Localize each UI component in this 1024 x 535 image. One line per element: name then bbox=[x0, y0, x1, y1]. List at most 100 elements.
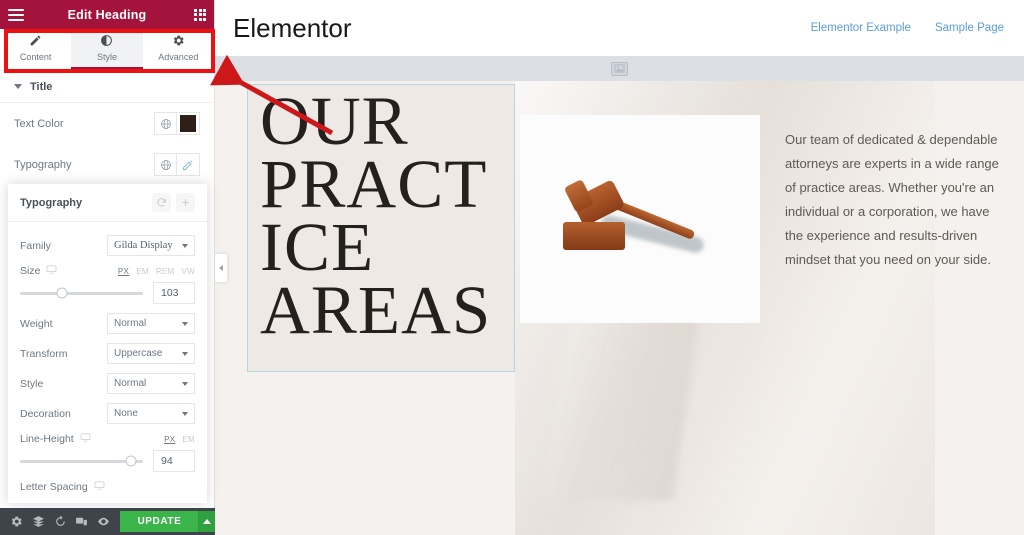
letter-spacing-label-text: Letter Spacing bbox=[20, 481, 88, 493]
chevron-down-icon bbox=[14, 84, 22, 89]
tab-advanced[interactable]: Advanced bbox=[142, 29, 214, 70]
size-value-input[interactable]: 103 bbox=[153, 282, 195, 304]
chevron-down-icon bbox=[182, 321, 188, 326]
decoration-select[interactable]: None bbox=[107, 403, 195, 424]
line-height-slider-row: 94 bbox=[20, 450, 195, 472]
line-height-slider-knob[interactable] bbox=[125, 455, 137, 467]
editor-bottom-bar: UPDATE bbox=[0, 508, 216, 535]
editor-panel: Edit Heading Content Style Advanced Titl… bbox=[0, 0, 216, 535]
size-slider[interactable] bbox=[20, 287, 143, 299]
transform-select[interactable]: Uppercase bbox=[107, 343, 195, 364]
site-nav: Elementor Example Sample Page bbox=[811, 22, 1004, 34]
reset-icon[interactable] bbox=[152, 193, 171, 212]
weight-label: Weight bbox=[20, 317, 53, 330]
line-height-label: Line-Height bbox=[20, 433, 91, 445]
weight-value: Normal bbox=[114, 318, 147, 329]
letter-spacing-label: Letter Spacing bbox=[20, 481, 105, 493]
chevron-down-icon bbox=[182, 243, 188, 248]
unit-px[interactable]: PX bbox=[164, 435, 175, 444]
text-color-swatch[interactable] bbox=[177, 112, 200, 135]
contrast-icon bbox=[100, 34, 113, 49]
tab-content-label: Content bbox=[19, 52, 52, 62]
globe-icon[interactable] bbox=[154, 153, 177, 176]
gear-icon bbox=[172, 34, 185, 49]
decoration-value: None bbox=[114, 408, 138, 419]
field-size: Size PX EM REM VW bbox=[20, 265, 195, 277]
panel-tabs: Content Style Advanced bbox=[0, 29, 214, 71]
pencil-edit-icon[interactable] bbox=[177, 153, 200, 176]
panel-title: Edit Heading bbox=[67, 7, 147, 22]
practice-areas-paragraph: Our team of dedicated & dependable attor… bbox=[785, 132, 999, 267]
line-height-units: PX EM bbox=[164, 435, 195, 444]
page-canvas: OUR PRACT ICE AREAS Our team of dedicate… bbox=[215, 81, 1024, 535]
monitor-icon[interactable] bbox=[80, 433, 91, 445]
heading-text: OUR PRACT ICE AREAS bbox=[260, 83, 505, 348]
text-color-label: Text Color bbox=[14, 117, 64, 130]
weight-select[interactable]: Normal bbox=[107, 313, 195, 334]
panel-collapse-tab[interactable] bbox=[215, 253, 228, 283]
plus-icon[interactable] bbox=[176, 193, 195, 212]
size-label: Size bbox=[20, 265, 57, 277]
history-icon[interactable] bbox=[49, 508, 71, 535]
field-transform: Transform Uppercase bbox=[20, 343, 195, 364]
style-value: Normal bbox=[114, 378, 147, 389]
unit-px[interactable]: PX bbox=[118, 267, 129, 276]
globe-icon[interactable] bbox=[154, 112, 177, 135]
site-title: Elementor bbox=[233, 12, 352, 43]
settings-gear-icon[interactable] bbox=[6, 508, 28, 535]
transform-label: Transform bbox=[20, 347, 68, 360]
line-height-value-input[interactable]: 94 bbox=[153, 450, 195, 472]
unit-rem[interactable]: REM bbox=[156, 267, 175, 276]
field-letter-spacing: Letter Spacing bbox=[20, 481, 195, 493]
field-line-height: Line-Height PX EM bbox=[20, 433, 195, 445]
unit-vw[interactable]: VW bbox=[182, 267, 196, 276]
hamburger-icon[interactable] bbox=[8, 8, 24, 21]
gavel-image bbox=[555, 164, 725, 274]
navigator-layers-icon[interactable] bbox=[28, 508, 50, 535]
monitor-icon[interactable] bbox=[94, 481, 105, 493]
monitor-icon[interactable] bbox=[46, 265, 57, 277]
field-decoration: Decoration None bbox=[20, 403, 195, 424]
image-placeholder-icon bbox=[611, 61, 628, 76]
preview-canvas: Elementor Elementor Example Sample Page … bbox=[215, 0, 1024, 535]
site-header: Elementor Elementor Example Sample Page bbox=[215, 0, 1024, 56]
style-select[interactable]: Normal bbox=[107, 373, 195, 394]
elementor-editor: Elementor Elementor Example Sample Page … bbox=[0, 0, 1024, 535]
chevron-left-icon bbox=[219, 265, 223, 271]
preview-eye-icon[interactable] bbox=[93, 508, 115, 535]
typography-popover: Typography Family Gilda Display Size PX … bbox=[8, 184, 207, 503]
typography-label: Typography bbox=[14, 158, 72, 171]
size-label-text: Size bbox=[20, 265, 41, 277]
nav-link-elementor-example[interactable]: Elementor Example bbox=[811, 22, 911, 34]
gavel-image-card[interactable] bbox=[520, 115, 760, 323]
field-family: Family Gilda Display bbox=[20, 235, 195, 256]
hero-gray-strip bbox=[215, 56, 1024, 81]
field-style: Style Normal bbox=[20, 373, 195, 394]
tab-content[interactable]: Content bbox=[0, 29, 72, 70]
control-typography: Typography bbox=[0, 144, 214, 185]
size-slider-knob[interactable] bbox=[56, 287, 68, 299]
chevron-down-icon bbox=[182, 351, 188, 356]
section-title-label: Title bbox=[30, 80, 53, 93]
section-title[interactable]: Title bbox=[0, 71, 214, 103]
unit-em[interactable]: EM bbox=[136, 267, 149, 276]
tab-style-label: Style bbox=[96, 52, 117, 62]
heading-widget[interactable]: OUR PRACT ICE AREAS bbox=[247, 84, 515, 372]
update-button[interactable]: UPDATE bbox=[120, 511, 199, 532]
unit-em[interactable]: EM bbox=[182, 435, 195, 444]
caret-up-icon[interactable] bbox=[198, 511, 216, 532]
typography-popover-header: Typography bbox=[8, 184, 207, 222]
tab-advanced-label: Advanced bbox=[158, 52, 199, 62]
family-label: Family bbox=[20, 239, 51, 252]
tab-style[interactable]: Style bbox=[71, 29, 143, 70]
nav-link-sample-page[interactable]: Sample Page bbox=[935, 22, 1004, 34]
family-select[interactable]: Gilda Display bbox=[107, 235, 195, 256]
responsive-mode-icon[interactable] bbox=[71, 508, 93, 535]
transform-value: Uppercase bbox=[114, 348, 163, 359]
grid-apps-icon[interactable] bbox=[194, 8, 206, 21]
typography-popover-title: Typography bbox=[20, 196, 83, 209]
size-units: PX EM REM VW bbox=[118, 267, 195, 276]
decoration-label: Decoration bbox=[20, 407, 71, 420]
style-label: Style bbox=[20, 377, 44, 390]
line-height-slider[interactable] bbox=[20, 455, 143, 467]
